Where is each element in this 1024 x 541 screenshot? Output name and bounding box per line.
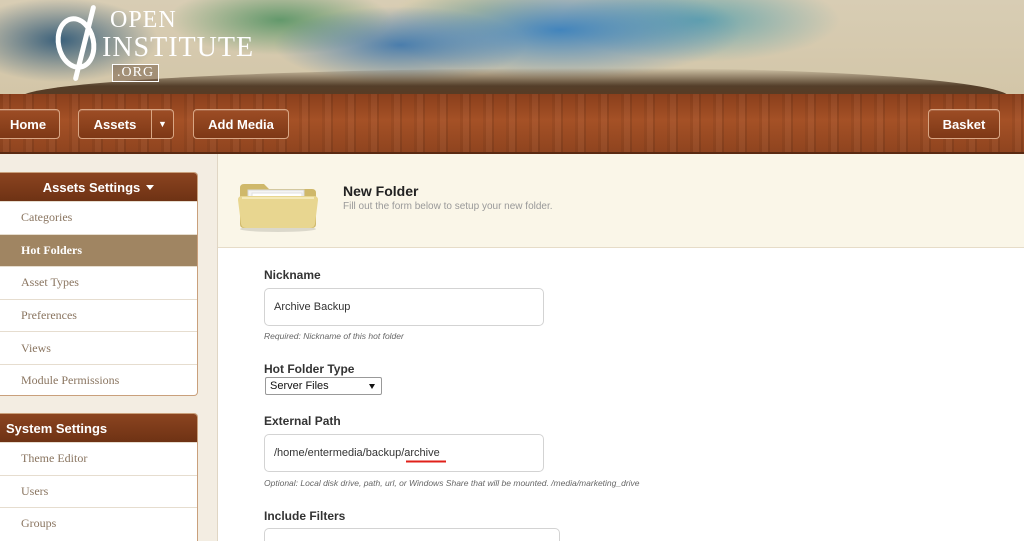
system-settings-title: System Settings (6, 420, 108, 436)
nickname-field[interactable] (264, 288, 544, 326)
external-path-field[interactable] (264, 434, 544, 472)
assets-settings-title: Assets Settings (42, 179, 141, 195)
assets-settings-panel: Assets Settings Categories Hot Folders A… (0, 172, 198, 396)
assets-dropdown-toggle[interactable]: ▼ (151, 109, 174, 139)
dropdown-arrow-icon (369, 384, 375, 389)
caret-down-icon (146, 184, 155, 190)
system-settings-panel: System Settings Theme Editor Users Group… (0, 413, 198, 541)
main-nav-bar: Home Assets ▼ Add Media Basket (0, 94, 1024, 154)
sidebar-item-theme-editor[interactable]: Theme Editor (0, 442, 197, 475)
include-filters-label: Include Filters (264, 509, 346, 523)
hot-folder-type-label: Hot Folder Type (264, 362, 355, 376)
add-media-button[interactable]: Add Media (193, 109, 289, 139)
page-title: New Folder (343, 183, 419, 199)
include-filters-field[interactable] (264, 528, 560, 541)
assets-settings-header[interactable]: Assets Settings (0, 173, 197, 201)
nickname-label: Nickname (264, 268, 321, 282)
spellcheck-underline (406, 460, 446, 463)
logo-line-org: .ORG (112, 64, 160, 82)
logo-line-institute: INSTITUTE (102, 32, 255, 63)
sidebar-item-module-permissions[interactable]: Module Permissions (0, 363, 197, 395)
sidebar-item-views[interactable]: Views (0, 331, 197, 364)
system-settings-header[interactable]: System Settings (0, 414, 197, 442)
main-content: New Folder Fill out the form below to se… (218, 154, 1024, 541)
folder-icon (238, 184, 318, 232)
hot-folder-type-select[interactable]: Server Files (265, 377, 382, 395)
sidebar-item-users[interactable]: Users (0, 474, 197, 508)
page-subtitle: Fill out the form below to setup your ne… (343, 201, 553, 212)
sidebar-item-categories[interactable]: Categories (0, 201, 197, 234)
assets-button[interactable]: Assets (78, 109, 152, 139)
nickname-help: Required: Nickname of this hot folder (264, 331, 404, 341)
form-header: New Folder Fill out the form below to se… (218, 154, 1024, 248)
site-logo[interactable]: OPEN INSTITUTE .ORG (50, 4, 276, 84)
hot-folder-type-value: Server Files (270, 380, 329, 392)
caret-down-icon: ▼ (158, 119, 167, 129)
basket-button[interactable]: Basket (928, 109, 1000, 139)
sidebar-item-preferences[interactable]: Preferences (0, 298, 197, 332)
sidebar-item-hot-folders[interactable]: Hot Folders (0, 233, 197, 267)
sidebar-item-groups[interactable]: Groups (0, 507, 197, 540)
external-path-label: External Path (264, 414, 341, 428)
external-path-help: Optional: Local disk drive, path, url, o… (264, 478, 640, 488)
home-button[interactable]: Home (0, 109, 60, 139)
logo-line-open: OPEN (110, 7, 177, 33)
site-banner: OPEN INSTITUTE .ORG (0, 0, 1024, 94)
settings-sidebar: Assets Settings Categories Hot Folders A… (0, 154, 218, 541)
sidebar-item-asset-types[interactable]: Asset Types (0, 266, 197, 299)
